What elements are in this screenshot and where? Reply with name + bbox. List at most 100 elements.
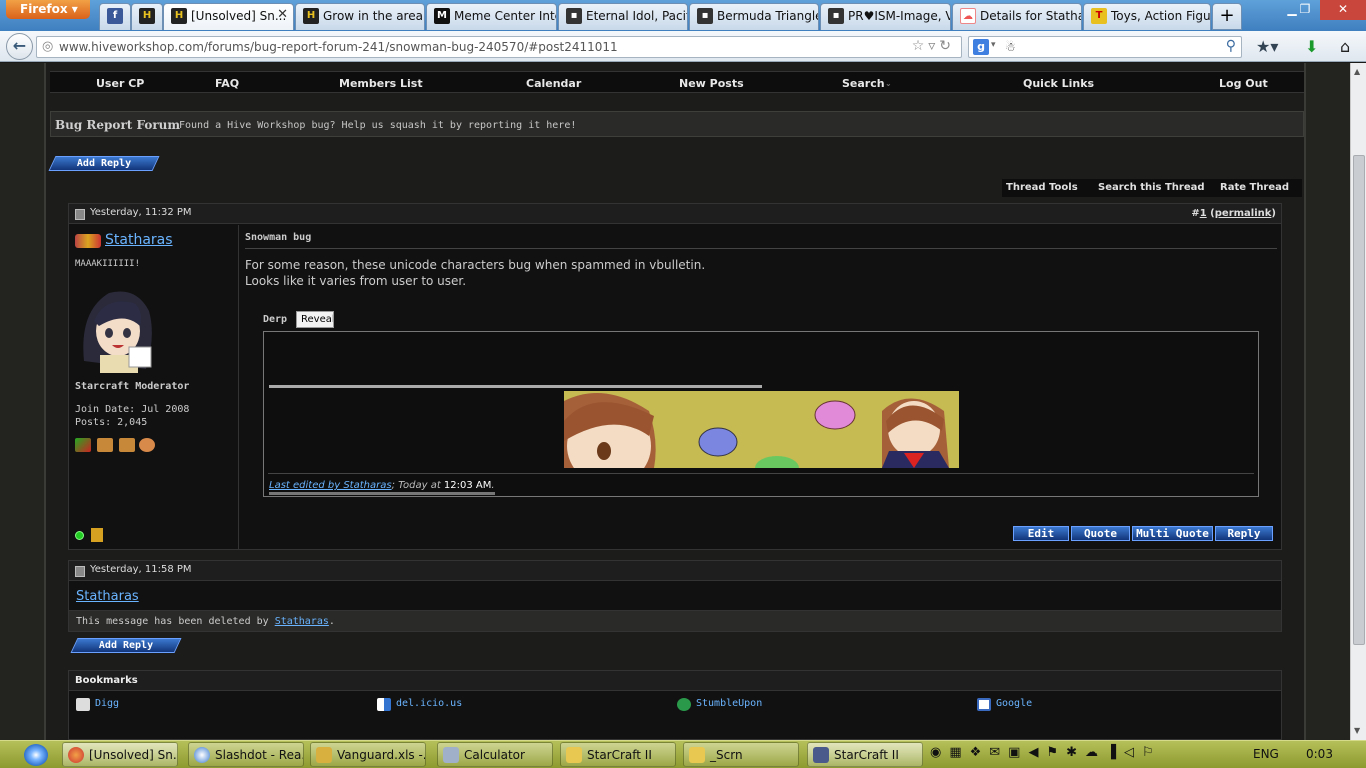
scroll-up-icon[interactable]: ▲	[1354, 67, 1360, 76]
reply-button[interactable]: Reply	[1215, 526, 1273, 541]
nav-members-list[interactable]: Members List	[339, 77, 423, 90]
last-edited-link[interactable]: Last edited by Statharas	[269, 480, 392, 491]
bookmark-star-icon[interactable]: ☆▿↻	[912, 38, 955, 54]
search-bar[interactable]: g ▾ ☃ ⚲	[968, 36, 1242, 58]
dropdown-icon[interactable]: ⌄	[885, 79, 892, 88]
hive-icon: H	[171, 8, 187, 24]
tab-bermuda[interactable]: ▪ Bermuda Triangle...	[689, 3, 819, 30]
rank-icon	[75, 234, 101, 248]
avatar[interactable]	[74, 281, 160, 373]
tab-eternal-idol[interactable]: ▪ Eternal Idol, Pacifi...	[558, 3, 688, 30]
permalink-link[interactable]: permalink	[1215, 208, 1272, 219]
taskbar-firefox[interactable]: [Unsolved] Sn...	[62, 742, 178, 767]
add-reply-button-bottom[interactable]: Add Reply	[70, 638, 182, 653]
taskbar-label: StarCraft II	[587, 748, 652, 762]
nav-user-cp[interactable]: User CP	[96, 77, 144, 90]
tab-prism[interactable]: ▪ PR♥ISM-Image, V...	[820, 3, 951, 30]
tab-label: Details for Stathar...	[980, 9, 1081, 23]
bookmarks-menu-icon[interactable]: ★▾	[1256, 37, 1278, 56]
edit-button[interactable]: Edit	[1013, 526, 1069, 541]
nav-quick-links[interactable]: Quick Links	[1023, 77, 1094, 90]
clock[interactable]: 0:03	[1306, 747, 1333, 761]
tab-facebook[interactable]: f	[99, 3, 131, 30]
nav-new-posts[interactable]: New Posts	[679, 77, 744, 90]
edit-note: Last edited by Statharas; Today at 12:03…	[269, 480, 495, 495]
user-status-icons	[75, 528, 105, 542]
language-indicator[interactable]: ENG	[1253, 747, 1279, 761]
download-icon[interactable]: ⬇	[1305, 37, 1318, 56]
forum-header: Bug Report Forum Found a Hive Workshop b…	[50, 111, 1304, 137]
search-thread-menu[interactable]: Search this Thread	[1098, 182, 1205, 193]
vertical-scrollbar[interactable]: ▲ ▼	[1350, 63, 1366, 740]
firefox-menu-button[interactable]: Firefox ▾	[6, 0, 90, 19]
forum-title[interactable]: Bug Report Forum	[55, 118, 180, 132]
search-icon[interactable]: ⚲	[1226, 38, 1236, 54]
chevron-down-icon[interactable]: ▾	[991, 40, 996, 50]
taskbar-scrn-folder[interactable]: _Scrn	[683, 742, 799, 767]
post-title: Snowman bug	[245, 232, 312, 243]
taskbar-calculator[interactable]: Calculator	[437, 742, 553, 767]
username-link[interactable]: Statharas	[105, 232, 173, 248]
rate-thread-menu[interactable]: Rate Thread	[1220, 182, 1289, 193]
post-number: #1 (permalink)	[1191, 208, 1276, 219]
tab-label: [Unsolved] Sn...	[191, 9, 287, 23]
start-button[interactable]	[24, 744, 48, 766]
bookmark-stumbleupon[interactable]: StumbleUpon	[677, 698, 763, 711]
navigation-bar: ← ◎ www.hiveworkshop.com/forums/bug-repo…	[0, 31, 1366, 62]
tab-label: Grow in the area ...	[323, 9, 424, 23]
folder-icon	[689, 747, 705, 763]
post-message-line: Looks like it varies from user to user.	[245, 274, 467, 288]
quote-button[interactable]: Quote	[1071, 526, 1130, 541]
url-text[interactable]: www.hiveworkshop.com/forums/bug-report-f…	[59, 40, 618, 54]
add-reply-button-top[interactable]: Add Reply	[48, 156, 160, 171]
nav-search[interactable]: Search	[842, 77, 885, 90]
cloud-icon: ☁	[960, 8, 976, 24]
address-bar[interactable]: ◎ www.hiveworkshop.com/forums/bug-report…	[36, 36, 962, 58]
bookmark-google[interactable]: Google	[977, 698, 1032, 711]
taskbar-label: [Unsolved] Sn...	[89, 748, 178, 762]
thread-tools-menu[interactable]: Thread Tools	[1006, 182, 1078, 193]
tab-unsolved-snowman[interactable]: H [Unsolved] Sn... ✕	[163, 3, 294, 30]
google-icon[interactable]: g	[973, 39, 989, 55]
tab-toys[interactable]: T Toys, Action Figu...	[1083, 3, 1211, 30]
tab-details-statharas[interactable]: ☁ Details for Stathar...	[952, 3, 1082, 30]
back-arrow-icon[interactable]: ←	[6, 33, 33, 60]
add-reply-label: Add Reply	[98, 640, 154, 651]
dropdown-icon[interactable]: ⌄	[1087, 79, 1094, 88]
reputation-icon[interactable]	[91, 528, 103, 542]
multi-quote-button[interactable]: Multi Quote	[1132, 526, 1213, 541]
new-tab-button[interactable]: +	[1212, 3, 1242, 30]
bookmark-digg[interactable]: Digg	[76, 698, 119, 711]
taskbar-vanguard[interactable]: Vanguard.xls -...	[310, 742, 426, 767]
page-content: User CP FAQ Members List Calendar New Po…	[0, 63, 1350, 740]
mc-icon: M	[434, 8, 450, 24]
bookmark-label: StumbleUpon	[696, 698, 763, 709]
nav-faq[interactable]: FAQ	[215, 77, 239, 90]
tab-meme-center[interactable]: M Meme Center Inte...	[426, 3, 557, 30]
tab-grow-area[interactable]: H Grow in the area ...	[295, 3, 425, 30]
home-icon[interactable]: ⌂	[1340, 37, 1350, 56]
system-tray-icons[interactable]: ◉▦❖✉▣◀⚑✱☁▐◁⚐	[930, 745, 1162, 760]
spoiler-label: Derp	[263, 314, 288, 325]
post-number-link[interactable]: 1	[1200, 208, 1207, 219]
taskbar-label: StarCraft II	[834, 748, 899, 762]
taskbar-slashdot[interactable]: Slashdot - Rea...	[188, 742, 304, 767]
maximize-button[interactable]: ❐	[1291, 0, 1319, 20]
username-link[interactable]: Statharas	[76, 589, 139, 604]
close-icon[interactable]: ✕	[277, 7, 288, 22]
taskbar-starcraft-folder[interactable]: StarCraft II	[560, 742, 676, 767]
nav-calendar[interactable]: Calendar	[526, 77, 581, 90]
nav-log-out[interactable]: Log Out	[1219, 77, 1268, 90]
bookmark-delicious[interactable]: del.icio.us	[377, 698, 462, 711]
search-input[interactable]: ☃	[1005, 40, 1016, 54]
signature-box: Last edited by Statharas; Today at 12:03…	[263, 331, 1259, 497]
reveal-button[interactable]: Reveal	[296, 311, 334, 328]
taskbar-starcraft[interactable]: StarCraft II	[807, 742, 923, 767]
tab-hive[interactable]: H	[131, 3, 163, 30]
deleted-by-link[interactable]: Statharas	[275, 616, 329, 627]
post-body: Snowman bug For some reason, these unico…	[240, 225, 1281, 550]
site-icon: ▪	[697, 8, 713, 24]
close-window-button[interactable]: ✕	[1320, 0, 1366, 20]
scrollbar-thumb[interactable]	[1353, 155, 1365, 645]
scroll-down-icon[interactable]: ▼	[1354, 726, 1360, 735]
